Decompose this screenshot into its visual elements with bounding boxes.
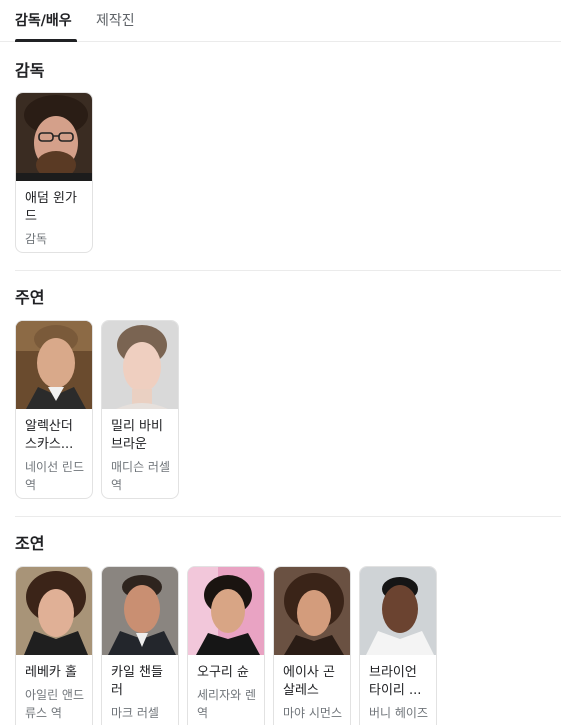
- person-card-supporting[interactable]: 오구리 슌 세리자와 렌 역: [187, 566, 265, 725]
- person-photo: [16, 321, 92, 409]
- person-card-lead[interactable]: 밀리 바비 브라운 매디슨 러셀 역: [101, 320, 179, 499]
- tab-cast[interactable]: 감독/배우: [15, 12, 72, 30]
- person-card-director[interactable]: 애덤 윈가드 감독: [15, 92, 93, 253]
- person-role: 마크 러셀 역: [111, 706, 159, 725]
- person-photo: [360, 567, 436, 655]
- person-card-supporting[interactable]: 에이사 곤살레스 마야 시먼스 역: [273, 566, 351, 725]
- person-card-lead[interactable]: 알렉산더 스카스... 네이선 린드 역: [15, 320, 93, 499]
- person-photo: [274, 567, 350, 655]
- person-role: 버니 헤이즈 역: [369, 706, 428, 725]
- person-name: 브라이언 타이리 ...: [369, 665, 422, 698]
- person-role: 마야 시먼스 역: [283, 706, 342, 725]
- person-name: 애덤 윈가드: [25, 191, 77, 224]
- person-role: 네이선 린드 역: [25, 460, 84, 492]
- tab-crew[interactable]: 제작진: [96, 12, 135, 30]
- person-photo: [102, 567, 178, 655]
- section-title-supporting: 조연: [15, 534, 45, 553]
- person-name: 카일 챈들러: [111, 665, 163, 698]
- person-card-supporting[interactable]: 카일 챈들러 마크 러셀 역: [101, 566, 179, 725]
- section-title-director: 감독: [15, 61, 45, 80]
- person-photo: [16, 93, 92, 181]
- person-role: 매디슨 러셀 역: [111, 460, 170, 492]
- person-name: 오구리 슌: [197, 665, 249, 680]
- active-tab-indicator: [15, 39, 77, 42]
- person-photo: [188, 567, 264, 655]
- section-divider: [15, 516, 561, 517]
- person-role: 세리자와 렌 역: [197, 688, 256, 720]
- person-name: 레베카 홀: [25, 665, 77, 680]
- tab-bar: 감독/배우 제작진: [0, 0, 561, 42]
- section-divider: [15, 270, 561, 271]
- person-name: 알렉산더 스카스...: [25, 419, 74, 452]
- person-photo: [102, 321, 178, 409]
- person-name: 밀리 바비 브라운: [111, 419, 163, 452]
- person-name: 에이사 곤살레스: [283, 665, 335, 698]
- section-title-lead: 주연: [15, 288, 45, 307]
- person-card-supporting[interactable]: 레베카 홀 아일린 앤드류스 역: [15, 566, 93, 725]
- person-photo: [16, 567, 92, 655]
- person-role: 감독: [25, 232, 48, 246]
- person-card-supporting[interactable]: 브라이언 타이리 ... 버니 헤이즈 역: [359, 566, 437, 725]
- person-role: 아일린 앤드류스 역: [25, 688, 84, 720]
